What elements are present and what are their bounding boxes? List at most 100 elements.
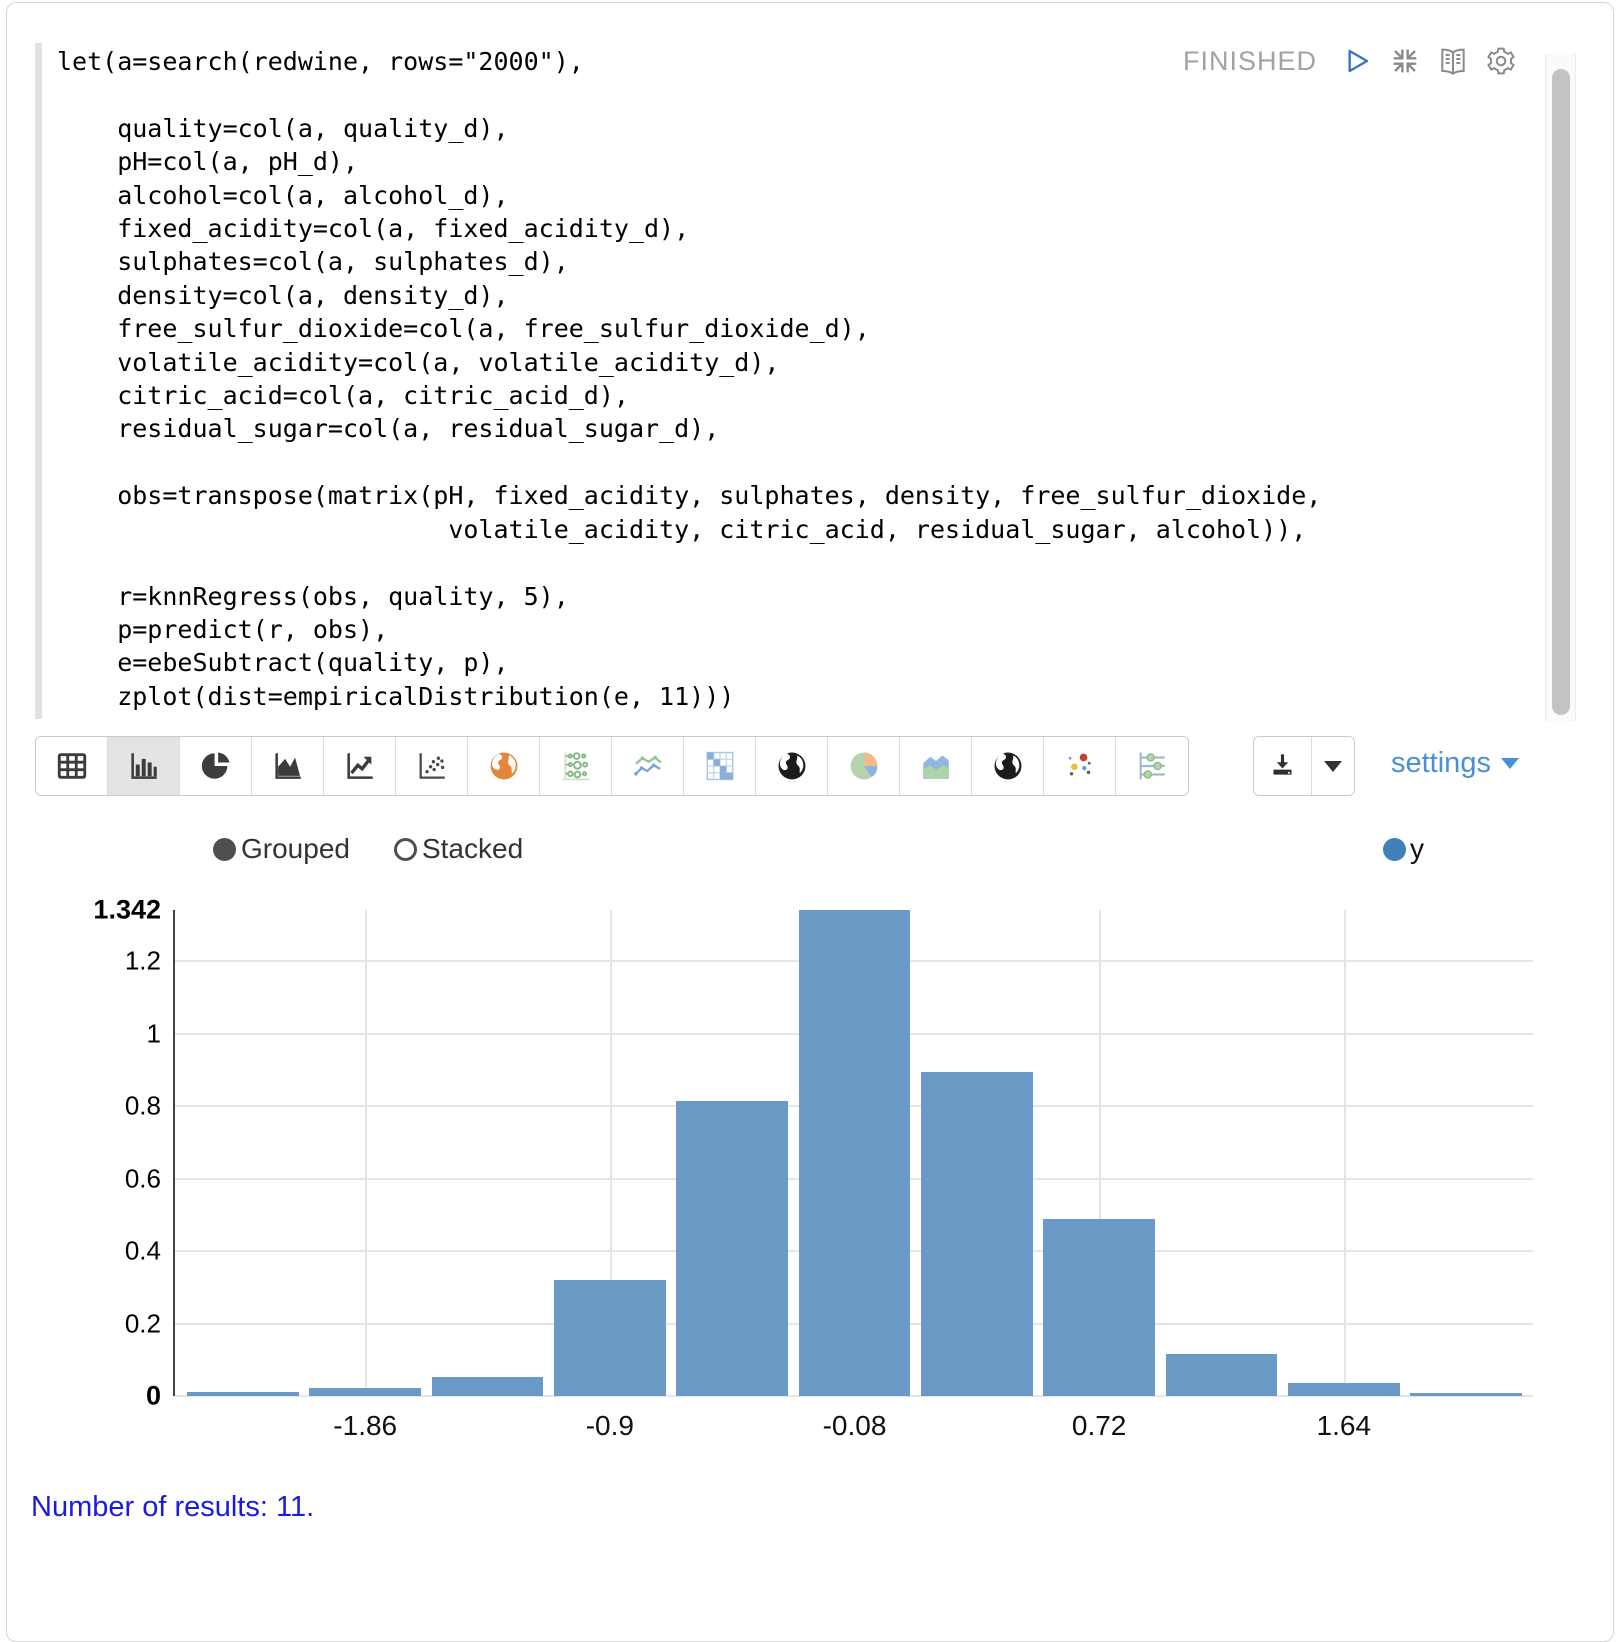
code-line: zplot(dist=empiricalDistribution(e, 11))… xyxy=(57,680,1321,713)
result-count-text: Number of results: 11. xyxy=(31,1491,314,1524)
code-line: e=ebeSubtract(quality, p), xyxy=(57,646,1321,679)
download-options-button[interactable] xyxy=(1311,737,1354,795)
series-legend-y[interactable]: y xyxy=(1383,833,1424,865)
settings-link[interactable]: settings xyxy=(1391,747,1519,780)
editor-gutter xyxy=(35,43,42,719)
chart-type-pie-pastel-button[interactable] xyxy=(828,737,900,795)
code-editor-content[interactable]: let(a=search(redwine, rows="2000"), qual… xyxy=(57,45,1321,713)
code-line: quality=col(a, quality_d), xyxy=(57,112,1321,145)
chart-type-multi-line-chart-button[interactable] xyxy=(612,737,684,795)
sliders-icon xyxy=(1135,749,1169,783)
y-axis-tick-label: 0.8 xyxy=(125,1091,161,1122)
histogram-bar-9[interactable] xyxy=(1166,1354,1278,1396)
bubble-grid-green-icon xyxy=(559,749,593,783)
code-line: residual_sugar=col(a, residual_sugar_d), xyxy=(57,412,1321,445)
plot-area: 1.3421.210.80.60.40.20-1.86-0.9-0.080.72… xyxy=(173,910,1533,1396)
code-line: fixed_acidity=col(a, fixed_acidity_d), xyxy=(57,212,1321,245)
collapse-arrows-icon xyxy=(1389,45,1421,77)
vertical-gridline xyxy=(1344,910,1346,1396)
area-chart-icon xyxy=(271,749,305,783)
legend-mode-grouped[interactable]: Grouped xyxy=(213,833,350,865)
status-label: FINISHED xyxy=(1183,46,1317,77)
chart-type-map-globe-orange-button[interactable] xyxy=(468,737,540,795)
chart-type-pie-chart-button[interactable] xyxy=(180,737,252,795)
play-icon xyxy=(1341,45,1373,77)
y-axis-tick-label: 0.2 xyxy=(125,1308,161,1339)
code-line: volatile_acidity=col(a, volatile_acidity… xyxy=(57,346,1321,379)
series-y-label: y xyxy=(1410,833,1424,865)
scatter-multicolor-icon xyxy=(1063,749,1097,783)
series-y-dot-icon xyxy=(1383,838,1406,861)
chart-type-area-pastel-button[interactable] xyxy=(900,737,972,795)
map-globe-orange-icon xyxy=(487,749,521,783)
histogram-bar-4[interactable] xyxy=(554,1280,666,1396)
download-icon xyxy=(1269,751,1296,781)
multi-line-chart-icon xyxy=(631,749,665,783)
chart-type-line-chart-button[interactable] xyxy=(324,737,396,795)
download-button-group xyxy=(1253,736,1355,796)
book-icon xyxy=(1437,45,1469,77)
editor-scrollbar-thumb[interactable] xyxy=(1552,69,1570,715)
histogram-bar-6[interactable] xyxy=(799,910,911,1396)
code-line: let(a=search(redwine, rows="2000"), xyxy=(57,45,1321,78)
x-axis-tick-label: -1.86 xyxy=(333,1410,397,1442)
chart-type-scatter-multicolor-button[interactable] xyxy=(1044,737,1116,795)
vertical-gridline xyxy=(365,910,367,1396)
histogram-bar-1[interactable] xyxy=(187,1392,299,1396)
chart-type-scatter-plot-button[interactable] xyxy=(396,737,468,795)
chart-type-area-chart-button[interactable] xyxy=(252,737,324,795)
chart-type-toolbar xyxy=(35,736,1189,796)
x-axis-tick-label: 1.64 xyxy=(1317,1410,1372,1442)
histogram-bar-3[interactable] xyxy=(432,1377,544,1396)
chart-type-bar-chart-button[interactable] xyxy=(108,737,180,795)
area-pastel-icon xyxy=(919,749,953,783)
x-axis-tick-label: -0.08 xyxy=(823,1410,887,1442)
editor-scrollbar-track[interactable] xyxy=(1545,53,1576,721)
radio-selected-icon xyxy=(213,838,236,861)
histogram-bar-11[interactable] xyxy=(1410,1393,1522,1396)
legend-mode-stacked[interactable]: Stacked xyxy=(394,833,523,865)
pie-chart-icon xyxy=(199,749,233,783)
pie-pastel-icon xyxy=(847,749,881,783)
histogram-bar-5[interactable] xyxy=(676,1101,788,1396)
x-axis-tick-label: -0.9 xyxy=(586,1410,634,1442)
code-line: p=predict(r, obs), xyxy=(57,613,1321,646)
chart-type-heatmap-button[interactable] xyxy=(684,737,756,795)
histogram-bar-10[interactable] xyxy=(1288,1383,1400,1396)
download-button[interactable] xyxy=(1254,737,1311,795)
gear-icon xyxy=(1485,45,1517,77)
show-editor-button[interactable] xyxy=(1437,45,1469,77)
code-line: obs=transpose(matrix(pH, fixed_acidity, … xyxy=(57,479,1321,512)
code-line: volatile_acidity, citric_acid, residual_… xyxy=(57,513,1321,546)
code-line: sulphates=col(a, sulphates_d), xyxy=(57,245,1321,278)
chart-type-table-button[interactable] xyxy=(36,737,108,795)
code-line xyxy=(57,446,1321,479)
histogram-bar-2[interactable] xyxy=(309,1388,421,1396)
y-axis-tick-label: 0.6 xyxy=(125,1163,161,1194)
code-line: free_sulfur_dioxide=col(a, free_sulfur_d… xyxy=(57,312,1321,345)
chart-type-globe-dark-button[interactable] xyxy=(756,737,828,795)
y-axis-tick-label: 0 xyxy=(146,1381,161,1412)
code-line: citric_acid=col(a, citric_acid_d), xyxy=(57,379,1321,412)
scatter-plot-icon xyxy=(415,749,449,783)
notebook-paragraph: let(a=search(redwine, rows="2000"), qual… xyxy=(6,2,1614,1642)
y-axis-tick-label: 0.4 xyxy=(125,1236,161,1267)
chart-type-globe-dark-2-button[interactable] xyxy=(972,737,1044,795)
globe-dark-icon xyxy=(775,749,809,783)
paragraph-status-bar: FINISHED xyxy=(1183,43,1517,79)
code-line xyxy=(57,78,1321,111)
code-line: density=col(a, density_d), xyxy=(57,279,1321,312)
run-button[interactable] xyxy=(1341,45,1373,77)
caret-down-icon xyxy=(1324,761,1342,772)
y-axis-tick-label: 1.2 xyxy=(125,946,161,977)
chart-type-sliders-button[interactable] xyxy=(1116,737,1188,795)
bar-chart-icon xyxy=(127,749,161,783)
chart-type-bubble-grid-green-button[interactable] xyxy=(540,737,612,795)
histogram-bar-7[interactable] xyxy=(921,1072,1033,1396)
visualization-toolbar-row: settings xyxy=(35,736,1613,796)
y-axis-tick-label: 1 xyxy=(147,1018,161,1049)
histogram-bar-8[interactable] xyxy=(1043,1219,1155,1396)
paragraph-settings-button[interactable] xyxy=(1485,45,1517,77)
line-chart-icon xyxy=(343,749,377,783)
collapse-output-button[interactable] xyxy=(1389,45,1421,77)
